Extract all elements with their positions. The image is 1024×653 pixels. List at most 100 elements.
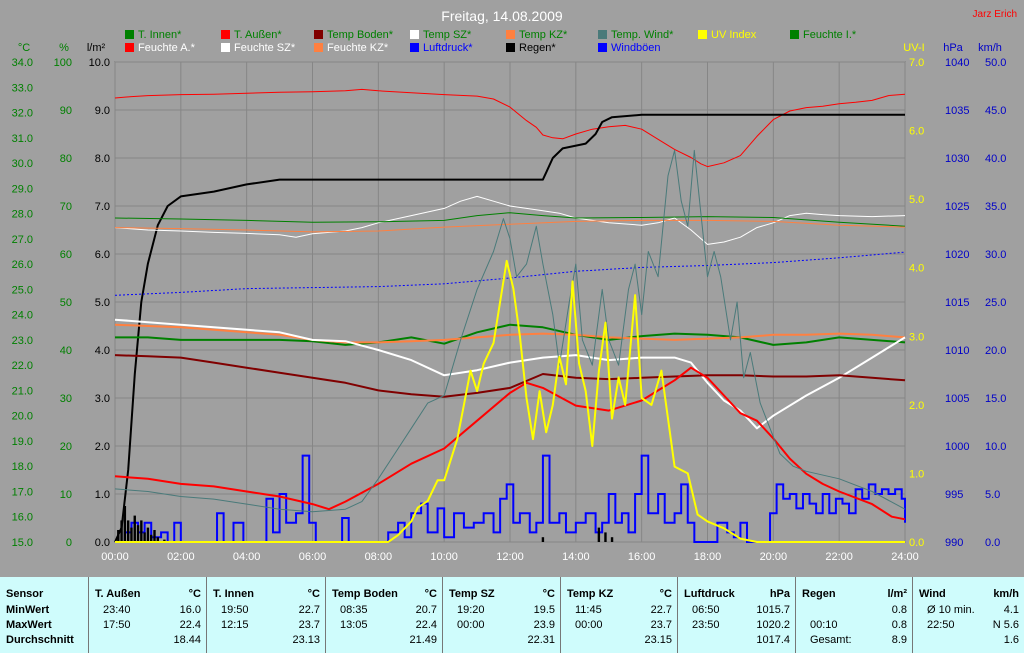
stats-row: 23.15 xyxy=(567,633,672,647)
axis-tick-wind: 50.0 xyxy=(985,57,1006,69)
stats-row: 08:35 20.7 xyxy=(332,603,437,617)
legend-label: Temp. Wind* xyxy=(611,29,674,41)
x-tick-label: 08:00 xyxy=(365,551,393,563)
stats-unit: °C xyxy=(307,588,320,600)
axis-tick-rain: 10.0 xyxy=(89,57,110,69)
axis-tick-temp: 21.0 xyxy=(12,385,33,397)
stats-value: 23.7 xyxy=(298,619,320,631)
axis-tick-hum: 10 xyxy=(60,489,72,501)
stats-row: 00:10 0.8 xyxy=(802,618,907,632)
x-tick-label: 00:00 xyxy=(101,551,129,563)
axis-tick-temp: 17.0 xyxy=(12,486,33,498)
stats-title: Sensor xyxy=(6,588,44,600)
stats-title: Temp Boden xyxy=(332,588,398,600)
statistics-table: Sensor MinWert MaxWert Durchschnitt T. Außen… xyxy=(0,577,1024,653)
rain-bar xyxy=(150,534,153,542)
stats-column: Wind km/h Ø 10 min. 4.1 22:50 N 5.6 1.6 xyxy=(912,577,1024,653)
stats-value: 0.8 xyxy=(891,619,907,631)
legend-label: UV Index xyxy=(711,29,757,41)
axis-unit-wind: km/h xyxy=(978,42,1002,54)
stats-column: Luftdruck hPa 06:50 1015.7 23:50 1020.2 1017.4 xyxy=(677,577,796,653)
stats-label: 23:50 xyxy=(692,619,720,631)
stats-label: 17:50 xyxy=(103,619,131,631)
legend-swatch xyxy=(125,30,134,39)
legend-label: Luftdruck* xyxy=(423,42,473,54)
axis-tick-hum: 30 xyxy=(60,393,72,405)
stats-row: 11:45 22.7 xyxy=(567,603,672,617)
axis-tick-hum: 90 xyxy=(60,105,72,117)
stats-value: 22.7 xyxy=(650,604,672,616)
axis-tick-press: 995 xyxy=(945,489,963,501)
stats-value: 22.4 xyxy=(415,619,437,631)
stats-unit: °C xyxy=(424,588,437,600)
stats-row: 19:20 19.5 xyxy=(449,603,555,617)
axis-tick-uv: 3.0 xyxy=(909,331,924,343)
axis-tick-press: 1005 xyxy=(945,393,969,405)
stats-title: Regen xyxy=(802,588,836,600)
stats-header: T. Außen °C xyxy=(95,587,201,601)
stats-label: Gesamt: xyxy=(810,634,852,646)
axis-tick-press: 1040 xyxy=(945,57,969,69)
stats-column: T. Innen °C 19:50 22.7 12:15 23.7 23.13 xyxy=(206,577,326,653)
axis-tick-temp: 15.0 xyxy=(12,537,33,549)
stats-column: Temp SZ °C 19:20 19.5 00:00 23.9 22.31 xyxy=(442,577,561,653)
legend-label: T. Außen* xyxy=(234,29,282,41)
stats-title: T. Innen xyxy=(213,588,254,600)
stats-label: 12:15 xyxy=(221,619,249,631)
x-tick-label: 06:00 xyxy=(299,551,327,563)
stats-value: 18.44 xyxy=(173,634,201,646)
legend-label: Feuchte A.* xyxy=(138,42,196,54)
axis-tick-temp: 16.0 xyxy=(12,512,33,524)
stats-value: 23.13 xyxy=(292,634,320,646)
stats-row: Gesamt: 8.9 xyxy=(802,633,907,647)
rain-bar xyxy=(133,515,136,542)
axis-tick-rain: 3.0 xyxy=(95,393,110,405)
stats-label: 00:10 xyxy=(810,619,838,631)
x-tick-label: 18:00 xyxy=(694,551,722,563)
stats-label: 06:50 xyxy=(692,604,720,616)
axis-tick-uv: 2.0 xyxy=(909,400,924,412)
stats-header: Regen l/m² xyxy=(802,587,907,601)
axis-tick-press: 1020 xyxy=(945,249,969,261)
stats-header: Sensor xyxy=(6,587,82,601)
legend-swatch xyxy=(314,43,323,52)
axis-tick-press: 1030 xyxy=(945,153,969,165)
stats-label: 23:40 xyxy=(103,604,131,616)
axis-tick-rain: 6.0 xyxy=(95,249,110,261)
axis-tick-wind: 15.0 xyxy=(985,393,1006,405)
stats-value: 19.5 xyxy=(533,604,555,616)
axis-tick-wind: 20.0 xyxy=(985,345,1006,357)
stats-title: Luftdruck xyxy=(684,588,735,600)
axis-tick-hum: 20 xyxy=(60,441,72,453)
axis-tick-rain: 9.0 xyxy=(95,105,110,117)
stats-unit: °C xyxy=(659,588,672,600)
axis-tick-wind: 35.0 xyxy=(985,201,1006,213)
axis-tick-temp: 32.0 xyxy=(12,108,33,120)
stats-value: 22.31 xyxy=(527,634,555,646)
axis-unit-press: hPa xyxy=(943,42,963,54)
stats-value: 1.6 xyxy=(1003,634,1019,646)
legend-swatch xyxy=(790,30,799,39)
axis-tick-rain: 1.0 xyxy=(95,489,110,501)
stats-value: 23.7 xyxy=(650,619,672,631)
axis-tick-press: 1025 xyxy=(945,201,969,213)
stats-title: Wind xyxy=(919,588,946,600)
axis-tick-temp: 34.0 xyxy=(12,57,33,69)
axis-tick-hum: 0 xyxy=(66,537,72,549)
x-tick-label: 10:00 xyxy=(430,551,458,563)
weather-chart: 15.0 16.0 17.0 18.0 19.0 20.0 21.0 22.0 23.0 24.0… xyxy=(0,0,1024,575)
stats-row: 21.49 xyxy=(332,633,437,647)
axis-tick-rain: 8.0 xyxy=(95,153,110,165)
axis-tick-temp: 29.0 xyxy=(12,183,33,195)
legend-label: Temp Boden* xyxy=(327,29,394,41)
axis-tick-uv: 1.0 xyxy=(909,468,924,480)
stats-unit: km/h xyxy=(993,588,1019,600)
stats-header: T. Innen °C xyxy=(213,587,320,601)
stats-unit: °C xyxy=(542,588,555,600)
axis-tick-temp: 18.0 xyxy=(12,461,33,473)
rain-bar xyxy=(126,520,130,542)
axis-tick-rain: 7.0 xyxy=(95,201,110,213)
axis-tick-rain: 0.0 xyxy=(95,537,110,549)
stats-title: Temp SZ xyxy=(449,588,495,600)
axis-tick-wind: 45.0 xyxy=(985,105,1006,117)
